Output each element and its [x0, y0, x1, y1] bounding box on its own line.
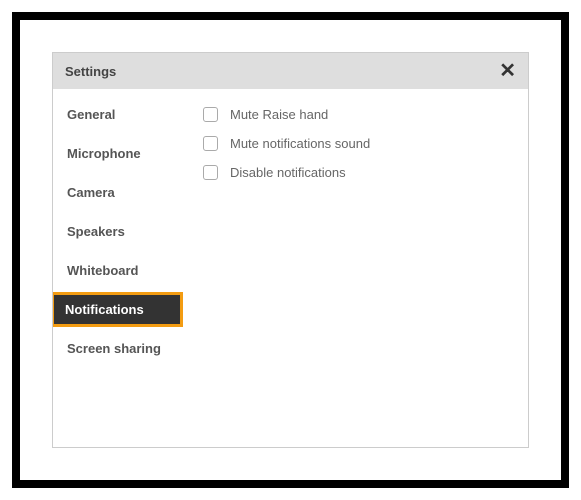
settings-sidebar: General Microphone Camera Speakers White…: [53, 89, 183, 447]
sidebar-item-whiteboard[interactable]: Whiteboard: [53, 253, 183, 288]
close-icon[interactable]: ✕: [499, 61, 516, 81]
dialog-body: General Microphone Camera Speakers White…: [53, 89, 528, 447]
dialog-header: Settings ✕: [53, 53, 528, 89]
dialog-title: Settings: [65, 64, 116, 79]
checkbox-mute-notifications-sound[interactable]: Mute notifications sound: [203, 136, 508, 151]
sidebar-item-camera[interactable]: Camera: [53, 175, 183, 210]
checkbox-mute-raise-hand[interactable]: Mute Raise hand: [203, 107, 508, 122]
checkbox-icon: [203, 165, 218, 180]
checkbox-label: Mute Raise hand: [230, 107, 328, 122]
settings-content: Mute Raise hand Mute notifications sound…: [183, 89, 528, 447]
checkbox-icon: [203, 136, 218, 151]
sidebar-item-screen-sharing[interactable]: Screen sharing: [53, 331, 183, 366]
checkbox-disable-notifications[interactable]: Disable notifications: [203, 165, 508, 180]
settings-dialog: Settings ✕ General Microphone Camera Spe…: [52, 52, 529, 448]
sidebar-item-notifications[interactable]: Notifications: [53, 292, 183, 327]
outer-frame: Settings ✕ General Microphone Camera Spe…: [12, 12, 569, 488]
checkbox-icon: [203, 107, 218, 122]
sidebar-item-microphone[interactable]: Microphone: [53, 136, 183, 171]
sidebar-item-general[interactable]: General: [53, 97, 183, 132]
sidebar-item-speakers[interactable]: Speakers: [53, 214, 183, 249]
checkbox-label: Disable notifications: [230, 165, 346, 180]
checkbox-label: Mute notifications sound: [230, 136, 370, 151]
